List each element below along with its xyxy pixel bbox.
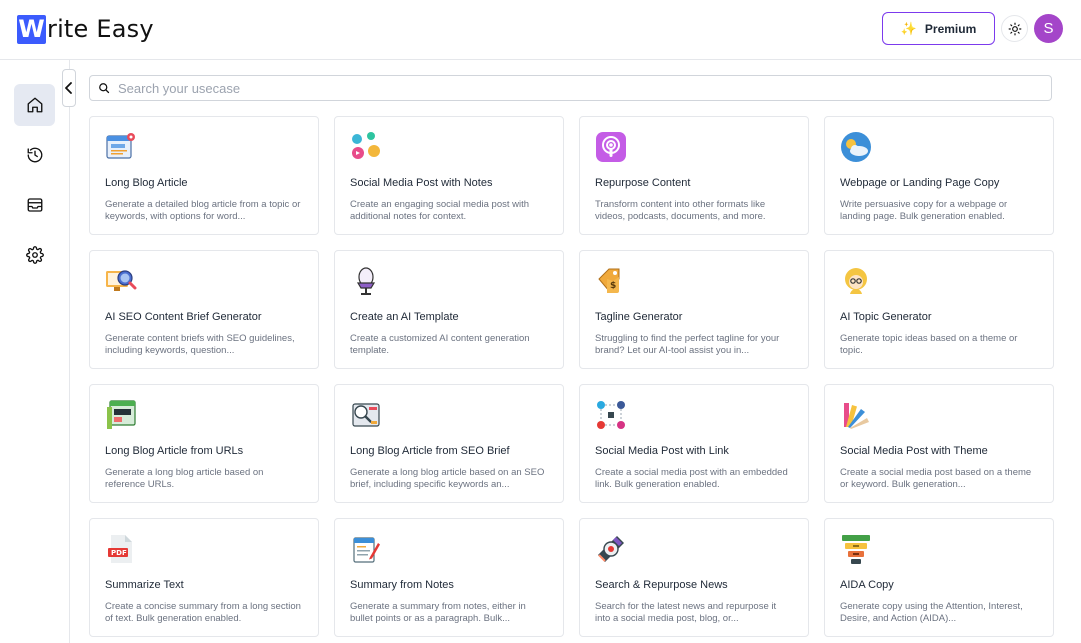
usecase-card-aida-copy[interactable]: AIDA Copy Generate copy using the Attent… <box>824 518 1054 637</box>
card-title: Summarize Text <box>105 579 184 591</box>
top-header: W rite Easy ✨ Premium S <box>0 0 1081 60</box>
app-logo[interactable]: W rite Easy <box>17 14 154 44</box>
card-title: Summary from Notes <box>350 579 454 591</box>
sidebar-item-inbox[interactable] <box>14 184 55 226</box>
blog-browser-icon <box>106 133 135 159</box>
usecase-card-long-blog-article-from-urls[interactable]: Long Blog Article from URLs Generate a l… <box>89 384 319 503</box>
sidebar-item-history[interactable] <box>14 134 55 176</box>
sidebar-collapse-button[interactable] <box>62 69 76 107</box>
card-title: Search & Repurpose News <box>595 579 728 591</box>
usecase-card-ai-topic-generator[interactable]: AI Topic Generator Generate topic ideas … <box>824 250 1054 369</box>
card-title: AIDA Copy <box>840 579 894 591</box>
card-description: Generate a detailed blog article from a … <box>105 199 301 222</box>
sidebar <box>0 60 70 643</box>
card-description: Create a concise summary from a long sec… <box>105 601 301 624</box>
card-description: Generate a long blog article based on an… <box>350 467 545 490</box>
card-title: AI SEO Content Brief Generator <box>105 311 262 323</box>
card-title: Webpage or Landing Page Copy <box>840 177 1000 189</box>
card-description: Create a social media post with an embed… <box>595 467 788 490</box>
card-title: Long Blog Article from SEO Brief <box>350 445 510 457</box>
usecase-card-search-repurpose-news[interactable]: Search & Repurpose News Search for the l… <box>579 518 809 637</box>
news-search-icon <box>598 536 624 562</box>
premium-label: Premium <box>924 21 977 36</box>
card-title: Social Media Post with Link <box>595 445 729 457</box>
pdf-file-icon: PDF <box>108 535 132 563</box>
social-network-icon <box>597 401 625 429</box>
weather-cloud-icon <box>841 132 871 162</box>
card-description: Create an engaging social media post wit… <box>350 199 530 222</box>
podcast-icon <box>596 132 626 162</box>
card-description: Generate topic ideas based on a theme or… <box>840 333 1018 356</box>
price-tag-icon: $ <box>598 268 620 293</box>
usecase-card-social-media-post-with-theme[interactable]: Social Media Post with Theme Create a so… <box>824 384 1054 503</box>
card-description: Create a customized AI content generatio… <box>350 333 530 356</box>
card-description: Transform content into other formats lik… <box>595 199 766 222</box>
usecase-card-summary-from-notes[interactable]: Summary from Notes Generate a summary fr… <box>334 518 564 637</box>
card-title: Tagline Generator <box>595 311 683 323</box>
card-description: Search for the latest news and repurpose… <box>595 601 777 624</box>
seo-magnifier-icon <box>106 270 137 291</box>
seo-analysis-icon <box>352 403 380 427</box>
usecase-card-ai-seo-content-brief-generator[interactable]: AI SEO Content Brief Generator Generate … <box>89 250 319 369</box>
sidebar-item-settings[interactable] <box>14 234 55 276</box>
card-title: Social Media Post with Notes <box>350 177 493 189</box>
card-description: Write persuasive copy for a webpage or l… <box>840 199 1008 222</box>
usecase-card-social-media-post-with-notes[interactable]: Social Media Post with Notes Create an e… <box>334 116 564 235</box>
search-icon <box>99 83 110 94</box>
card-title: Create an AI Template <box>350 311 459 323</box>
usecase-card-long-blog-article[interactable]: Long Blog Article Generate a detailed bl… <box>89 116 319 235</box>
color-palette-icon <box>844 403 869 429</box>
logo-mark: W <box>17 14 46 44</box>
card-title: Long Blog Article <box>105 177 188 189</box>
search-bar <box>89 75 1052 101</box>
card-title: Social Media Post with Theme <box>840 445 988 457</box>
logo-text: rite Easy <box>47 15 154 43</box>
svg-text:$: $ <box>610 281 616 291</box>
usecase-card-webpage-landing-page-copy[interactable]: Webpage or Landing Page Copy Write persu… <box>824 116 1054 235</box>
card-description: Generate a summary from notes, either in… <box>350 601 526 624</box>
card-description: Generate content briefs with SEO guideli… <box>105 333 295 356</box>
settings-icon <box>25 246 44 264</box>
notepad-pencil-icon <box>353 537 380 563</box>
usecase-card-summarize-text[interactable]: PDF Summarize Text Create a concise summ… <box>89 518 319 637</box>
social-bubbles-icon <box>352 132 380 159</box>
svg-text:PDF: PDF <box>111 549 127 557</box>
inbox-icon <box>27 198 42 212</box>
usecase-card-long-blog-article-from-seo-brief[interactable]: Long Blog Article from SEO Brief Generat… <box>334 384 564 503</box>
card-description: Struggling to find the perfect tagline f… <box>595 333 780 356</box>
chevron-left-icon <box>65 82 72 94</box>
card-title: Long Blog Article from URLs <box>105 445 244 457</box>
home-icon <box>27 97 42 113</box>
egg-stand-icon <box>356 267 376 295</box>
usecase-card-repurpose-content[interactable]: Repurpose Content Transform content into… <box>579 116 809 235</box>
blog-window-icon <box>107 400 136 429</box>
history-icon <box>27 147 42 163</box>
person-glasses-icon <box>845 268 867 294</box>
card-description: Generate a long blog article based on re… <box>105 467 264 490</box>
funnel-layers-icon <box>842 535 870 564</box>
card-description: Create a social media post based on a th… <box>840 467 1032 490</box>
premium-button[interactable]: ✨ Premium <box>882 12 995 45</box>
card-title: AI Topic Generator <box>840 311 932 323</box>
card-title: Repurpose Content <box>595 177 691 189</box>
usecase-card-tagline-generator[interactable]: $ Tagline Generator Struggling to find t… <box>579 250 809 369</box>
usecase-grid: Long Blog Article Generate a detailed bl… <box>89 116 1054 637</box>
sparkle-icon: ✨ <box>900 20 917 36</box>
sidebar-item-home[interactable] <box>14 84 55 126</box>
theme-toggle-button[interactable] <box>1001 15 1028 42</box>
sun-icon <box>1008 22 1021 35</box>
user-avatar[interactable]: S <box>1034 14 1063 43</box>
card-description: Generate copy using the Attention, Inter… <box>840 601 1023 624</box>
usecase-card-create-ai-template[interactable]: Create an AI Template Create a customize… <box>334 250 564 369</box>
search-input[interactable] <box>118 80 1018 96</box>
usecase-card-social-media-post-with-link[interactable]: Social Media Post with Link Create a soc… <box>579 384 809 503</box>
